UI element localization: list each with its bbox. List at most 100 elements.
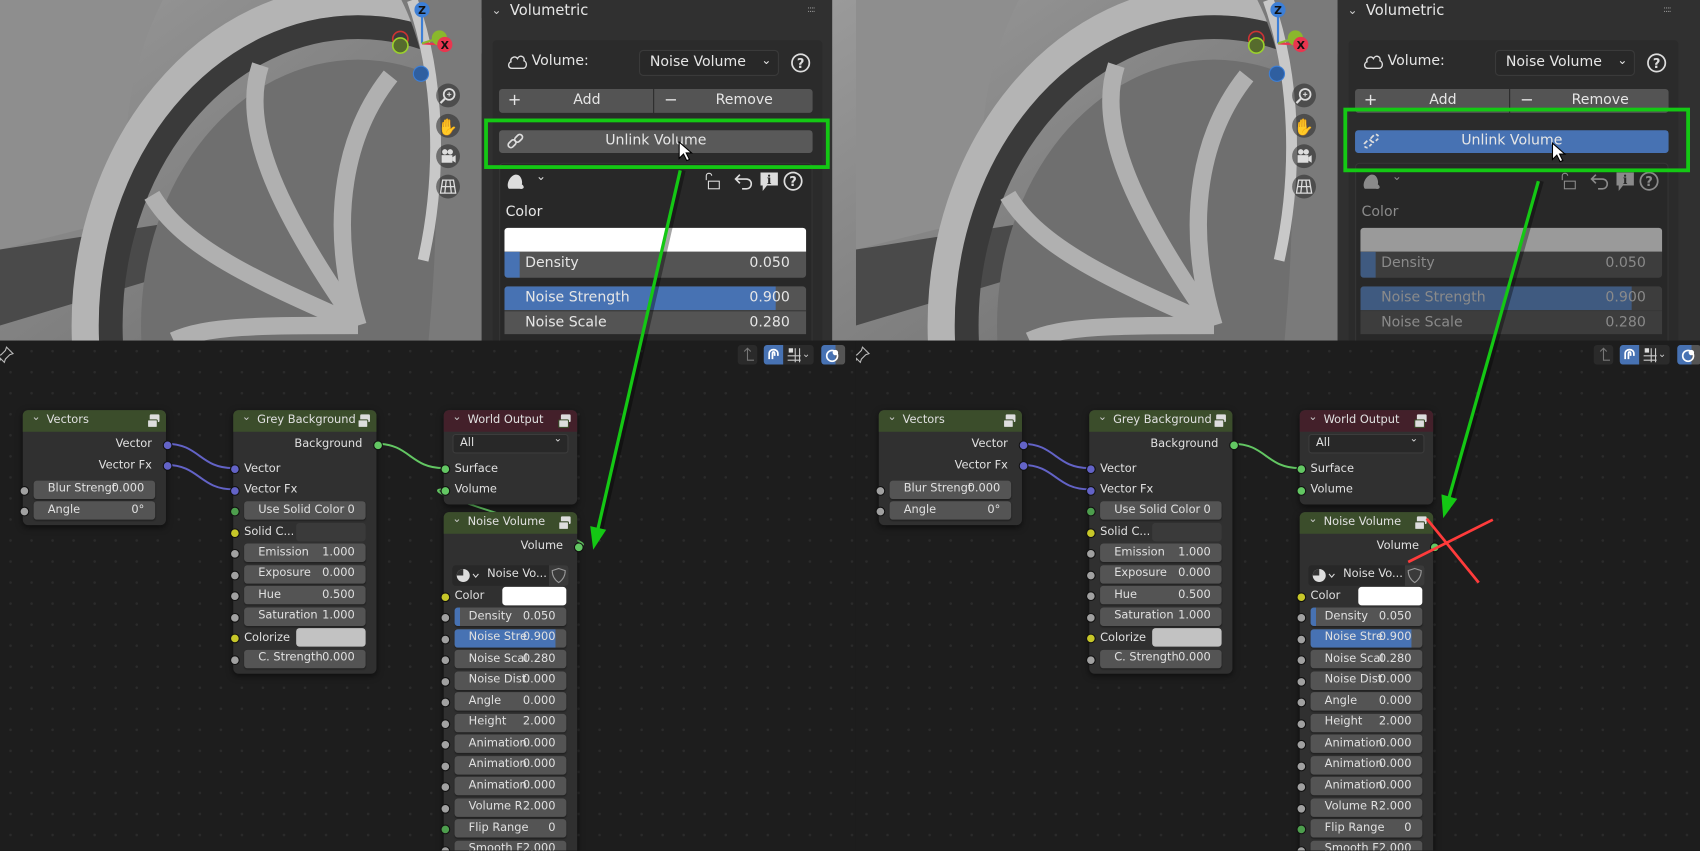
- input-socket[interactable]: [1295, 718, 1306, 729]
- node-field-volume-r[interactable]: Volume R 2.000: [1310, 797, 1423, 817]
- section-title[interactable]: Volumetric: [510, 2, 588, 19]
- lock-icon[interactable]: [1557, 170, 1579, 192]
- help-icon[interactable]: ?: [1638, 170, 1660, 192]
- input-socket[interactable]: [229, 485, 240, 496]
- input-socket[interactable]: [229, 591, 240, 602]
- collapse-chevron-icon[interactable]: ⌄: [452, 513, 461, 525]
- input-socket[interactable]: [874, 485, 885, 496]
- input-socket[interactable]: [229, 633, 240, 644]
- input-socket[interactable]: [1085, 612, 1096, 623]
- output-socket[interactable]: [162, 461, 172, 471]
- node-field-smooth-f[interactable]: Smooth F 2.000: [454, 840, 567, 851]
- output-socket[interactable]: [573, 541, 584, 552]
- input-socket[interactable]: [1085, 485, 1096, 496]
- input-socket[interactable]: [1295, 739, 1306, 750]
- node-field-emission[interactable]: Emission 1.000: [244, 543, 366, 562]
- input-socket[interactable]: [1295, 634, 1306, 644]
- node-field-volume-r[interactable]: Volume R 2.000: [454, 797, 567, 817]
- node-field-flip-range[interactable]: Flip Range 0: [454, 819, 567, 838]
- node-field-smooth-f[interactable]: Smooth F 2.000: [1310, 840, 1423, 851]
- node-field-height[interactable]: Height 2.000: [1310, 713, 1423, 732]
- input-socket[interactable]: [439, 485, 450, 496]
- input-socket[interactable]: [439, 464, 450, 475]
- input-socket[interactable]: [18, 485, 29, 496]
- input-socket[interactable]: [1085, 506, 1096, 517]
- collapse-chevron-icon[interactable]: ⌄: [452, 411, 461, 423]
- color-swatch[interactable]: [504, 227, 807, 252]
- help-icon[interactable]: ?: [1646, 52, 1668, 74]
- node-field-animation[interactable]: Animation 0.000: [454, 734, 567, 753]
- perspective-grid-icon[interactable]: [436, 174, 460, 199]
- input-socket[interactable]: [439, 739, 450, 750]
- add-volume-button[interactable]: + Add: [499, 88, 654, 113]
- input-socket[interactable]: [1295, 591, 1306, 602]
- node-header[interactable]: ⌄ World Output: [443, 410, 578, 432]
- zoom-icon[interactable]: [1292, 83, 1316, 108]
- fake-user-shield-icon[interactable]: [548, 564, 569, 586]
- unlink-volume-button[interactable]: Unlink Volume: [499, 130, 813, 153]
- remove-volume-button[interactable]: − Remove: [1510, 88, 1669, 113]
- color-swatch[interactable]: [502, 586, 567, 605]
- node-header[interactable]: ⌄ Grey Background: [1089, 410, 1233, 432]
- volume-dropdown[interactable]: Noise Volume ⌄: [639, 49, 779, 76]
- remove-volume-button[interactable]: − Remove: [654, 88, 813, 113]
- input-socket[interactable]: [1295, 485, 1306, 496]
- node-field-noise-dist[interactable]: Noise Dist 0.000: [454, 671, 567, 690]
- input-socket[interactable]: [439, 782, 450, 792]
- camera-icon[interactable]: [436, 144, 460, 169]
- input-socket[interactable]: [439, 591, 450, 602]
- collapse-chevron-icon[interactable]: ⌄: [31, 411, 40, 423]
- material-icon[interactable]: [1362, 170, 1384, 192]
- node-field-use-solid-color[interactable]: Use Solid Color 0: [244, 501, 366, 520]
- input-socket[interactable]: [1295, 612, 1306, 623]
- node-canvas[interactable]: ⌄ Vectors Vector Vector Fx Blur Strengt 0.000…: [856, 341, 1700, 851]
- sphere-icon[interactable]: [456, 567, 482, 587]
- node-header[interactable]: ⌄ Vectors: [22, 410, 166, 432]
- input-socket[interactable]: [1085, 548, 1096, 559]
- node-header[interactable]: ⌄ Noise Volume: [443, 512, 578, 534]
- sphere-icon[interactable]: [1312, 567, 1338, 587]
- node-group-icon[interactable]: [558, 515, 572, 533]
- target-dropdown[interactable]: All ⌄: [452, 433, 569, 454]
- node-group-icon[interactable]: [146, 413, 160, 431]
- output-socket[interactable]: [1429, 541, 1440, 552]
- node-header[interactable]: ⌄ Vectors: [878, 410, 1022, 432]
- undo-icon[interactable]: [1589, 170, 1611, 192]
- input-socket[interactable]: [229, 527, 240, 538]
- node-field-angle[interactable]: Angle 0°: [33, 501, 156, 520]
- datablock-name[interactable]: Noise Vo...: [487, 567, 547, 580]
- hand-pan-icon[interactable]: ✋: [1292, 113, 1316, 138]
- property-density[interactable]: Density 0.050: [1360, 251, 1663, 278]
- volume-datablock-selector[interactable]: Noise Vo...: [1308, 564, 1425, 587]
- input-socket[interactable]: [1295, 697, 1306, 708]
- property-noise-strength[interactable]: Noise Strength 0.900: [504, 286, 807, 311]
- perspective-grid-icon[interactable]: [1292, 174, 1316, 199]
- property-noise-scale[interactable]: Noise Scale 0.280: [504, 310, 807, 335]
- input-socket[interactable]: [1295, 655, 1306, 666]
- node-group-icon[interactable]: [1213, 413, 1227, 431]
- color-swatch[interactable]: [1152, 628, 1222, 647]
- 3d-viewport[interactable]: Z X ✋: [832, 0, 1338, 341]
- input-socket[interactable]: [229, 570, 240, 580]
- input-socket[interactable]: [229, 506, 240, 517]
- node-field-blur-strengt[interactable]: Blur Strengt 0.000: [33, 480, 156, 499]
- input-socket[interactable]: [18, 506, 29, 517]
- node-editor[interactable]: ⌄ ⌄ Vectors Vector Vector Fx Blur Strengt 0.00…: [0, 340, 856, 851]
- node-field-c-strength[interactable]: C. Strength 0.000: [1100, 649, 1222, 668]
- node-field-exposure[interactable]: Exposure 0.000: [244, 564, 366, 584]
- node-grey-background[interactable]: ⌄ Grey Background Background Vector Vector F…: [1085, 410, 1239, 674]
- collapse-chevron-icon[interactable]: ⌄: [1308, 411, 1317, 423]
- property-noise-scale[interactable]: Noise Scale 0.280: [1360, 310, 1663, 335]
- input-socket[interactable]: [1295, 803, 1306, 814]
- info-icon[interactable]: i: [758, 170, 780, 192]
- input-socket[interactable]: [1085, 464, 1096, 475]
- input-socket[interactable]: [1085, 591, 1096, 602]
- node-field-animation[interactable]: Animation 0.000: [1310, 734, 1423, 753]
- node-group-icon[interactable]: [1414, 515, 1428, 533]
- input-socket[interactable]: [439, 697, 450, 708]
- input-socket[interactable]: [439, 718, 450, 729]
- node-field-exposure[interactable]: Exposure 0.000: [1100, 564, 1222, 584]
- node-vectors[interactable]: ⌄ Vectors Vector Vector Fx Blur Strengt 0.000…: [18, 410, 172, 526]
- node-field-noise-scal[interactable]: Noise Scal 0.280: [454, 649, 567, 669]
- node-field-height[interactable]: Height 2.000: [454, 713, 567, 732]
